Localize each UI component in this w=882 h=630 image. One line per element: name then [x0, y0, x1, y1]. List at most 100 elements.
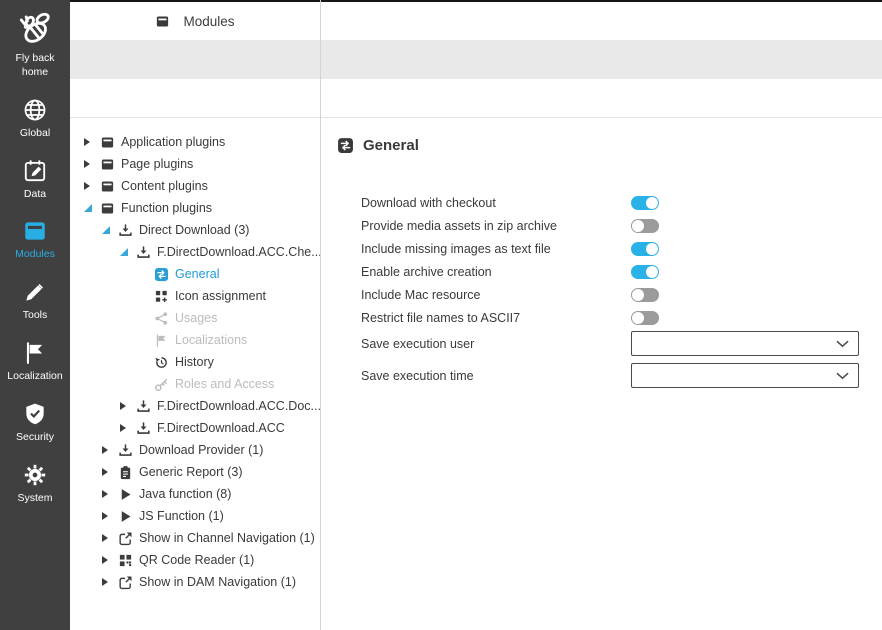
- calendar-edit-icon: [22, 158, 48, 184]
- tree-node-label: Content plugins: [121, 179, 208, 193]
- tree-node[interactable]: F.DirectDownload.ACC.Che...: [70, 241, 320, 263]
- tree-node[interactable]: Generic Report (3): [70, 461, 320, 483]
- sidebar-item-security[interactable]: Security: [0, 401, 70, 445]
- sidebar-item-tools[interactable]: Tools: [0, 279, 70, 323]
- tree-node[interactable]: Show in Channel Navigation (1): [70, 527, 320, 549]
- setting-label: Save execution user: [361, 337, 631, 351]
- toggle-switch[interactable]: [631, 288, 659, 302]
- swap-arrows-icon: [153, 266, 169, 282]
- tree-node[interactable]: Roles and Access: [70, 373, 320, 395]
- expand-arrow-icon[interactable]: [100, 534, 117, 542]
- select-group: Save execution user Save execution time: [361, 331, 882, 388]
- section-header: General: [337, 136, 882, 154]
- tree-node[interactable]: Application plugins: [70, 131, 320, 153]
- tree-node[interactable]: General: [70, 263, 320, 285]
- tree-node[interactable]: Direct Download (3): [70, 219, 320, 241]
- tree-node[interactable]: Java function (8): [70, 483, 320, 505]
- tree-node-label: Function plugins: [121, 201, 212, 215]
- setting-row: Restrict file names to ASCII7: [361, 306, 882, 329]
- tree-node[interactable]: F.DirectDownload.ACC: [70, 417, 320, 439]
- expand-arrow-icon[interactable]: [100, 512, 117, 520]
- settings-panel: General Download with checkout Provide me…: [321, 118, 882, 388]
- tree-node[interactable]: Icon assignment: [70, 285, 320, 307]
- tree-node[interactable]: Usages: [70, 307, 320, 329]
- tree-node[interactable]: F.DirectDownload.ACC.Doc...: [70, 395, 320, 417]
- main-header-strip: [321, 0, 882, 40]
- tree-node[interactable]: Content plugins: [70, 175, 320, 197]
- history-icon: [153, 354, 169, 370]
- setting-row: Include missing images as text file: [361, 237, 882, 260]
- book-icon: [99, 178, 115, 194]
- expand-arrow-icon[interactable]: [118, 424, 135, 432]
- setting-row: Provide media assets in zip archive: [361, 214, 882, 237]
- setting-label: Download with checkout: [361, 196, 631, 210]
- expand-arrow-icon[interactable]: [100, 490, 117, 498]
- tree-node[interactable]: QR Code Reader (1): [70, 549, 320, 571]
- sidebar-item-data[interactable]: Data: [0, 158, 70, 202]
- sidebar-item-system[interactable]: System: [0, 462, 70, 506]
- sidebar-item-label: Global: [18, 127, 52, 141]
- tree-node-label: F.DirectDownload.ACC.Che...: [157, 245, 320, 259]
- setting-label: Restrict file names to ASCII7: [361, 311, 631, 325]
- select-dropdown[interactable]: [631, 331, 859, 356]
- download-icon: [135, 244, 151, 260]
- sidebar-item-label: System: [15, 492, 54, 506]
- toggle-switch[interactable]: [631, 265, 659, 279]
- expand-arrow-icon[interactable]: [82, 138, 99, 146]
- expand-arrow-icon[interactable]: [100, 468, 117, 476]
- tree-node[interactable]: Function plugins: [70, 197, 320, 219]
- pencil-icon: [22, 279, 48, 305]
- setting-label: Enable archive creation: [361, 265, 631, 279]
- tree-node[interactable]: Localizations: [70, 329, 320, 351]
- sidebar-item-localization[interactable]: Localization: [0, 340, 70, 384]
- toggle-group: Download with checkout Provide media asse…: [361, 191, 882, 329]
- collapse-arrow-icon[interactable]: [118, 248, 135, 256]
- tree-node[interactable]: Download Provider (1): [70, 439, 320, 461]
- tree-node[interactable]: JS Function (1): [70, 505, 320, 527]
- share-nodes-icon: [153, 310, 169, 326]
- download-icon: [135, 398, 151, 414]
- sidebar-item-global[interactable]: Global: [0, 97, 70, 141]
- globe-icon: [22, 97, 48, 123]
- expand-arrow-icon[interactable]: [100, 556, 117, 564]
- setting-label: Include missing images as text file: [361, 242, 631, 256]
- sidebar-item-label: Localization: [5, 370, 64, 384]
- qr-code-icon: [117, 552, 133, 568]
- play-icon: [117, 508, 133, 524]
- tree-panel-header: Modules: [70, 0, 320, 40]
- share-out-icon: [117, 574, 133, 590]
- setting-label: Save execution time: [361, 369, 631, 383]
- toggle-switch[interactable]: [631, 219, 659, 233]
- collapse-arrow-icon[interactable]: [82, 204, 99, 212]
- tree-node-label: Download Provider (1): [139, 443, 263, 457]
- book-icon: [99, 200, 115, 216]
- expand-arrow-icon[interactable]: [118, 402, 135, 410]
- tree-node-label: Show in DAM Navigation (1): [139, 575, 296, 589]
- tree-node-label: Usages: [175, 311, 217, 325]
- tree-node[interactable]: History: [70, 351, 320, 373]
- download-icon: [135, 420, 151, 436]
- collapse-arrow-icon[interactable]: [100, 226, 117, 234]
- tree-node-label: F.DirectDownload.ACC.Doc...: [157, 399, 320, 413]
- sidebar-item-label: Security: [14, 431, 56, 445]
- main-toolbar: [321, 40, 882, 79]
- tree-toolbar: [70, 40, 320, 79]
- tree-node[interactable]: Show in DAM Navigation (1): [70, 571, 320, 590]
- sidebar-item-modules[interactable]: Modules: [0, 218, 70, 262]
- setting-row: Download with checkout: [361, 191, 882, 214]
- flag-icon: [22, 340, 48, 366]
- book-icon: [99, 156, 115, 172]
- bee-icon: [15, 8, 55, 48]
- toggle-switch[interactable]: [631, 242, 659, 256]
- expand-arrow-icon[interactable]: [82, 182, 99, 190]
- expand-arrow-icon[interactable]: [100, 578, 117, 586]
- tree-node[interactable]: Page plugins: [70, 153, 320, 175]
- toggle-switch[interactable]: [631, 311, 659, 325]
- sidebar-item-home[interactable]: Fly back home: [0, 8, 70, 80]
- flag-icon: [153, 332, 169, 348]
- expand-arrow-icon[interactable]: [100, 446, 117, 454]
- select-dropdown[interactable]: [631, 363, 859, 388]
- expand-arrow-icon[interactable]: [82, 160, 99, 168]
- toggle-switch[interactable]: [631, 196, 659, 210]
- tree-node-label: JS Function (1): [139, 509, 224, 523]
